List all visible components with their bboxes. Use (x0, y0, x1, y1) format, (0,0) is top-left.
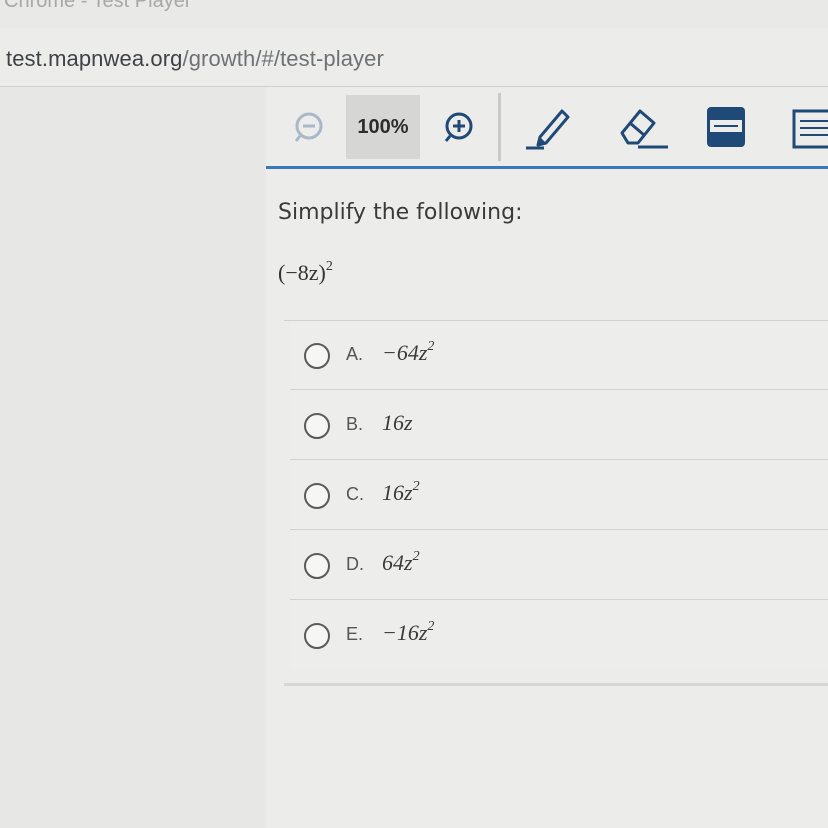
test-toolbar: 100% (266, 87, 828, 169)
url-path: /growth/#/test-player (182, 46, 384, 71)
zoom-level: 100% (346, 95, 420, 159)
expression-exponent: 2 (325, 258, 333, 274)
choice-letter: C. (346, 484, 364, 504)
choice-value: 16z (382, 480, 413, 505)
window-titlebar: Chrome - Test Player (0, 0, 828, 28)
window-title: Chrome - Test Player (4, 0, 192, 12)
zoom-out-icon (294, 112, 323, 142)
eraser-button[interactable] (604, 95, 674, 159)
choice-exponent: 2 (427, 618, 435, 634)
zoom-in-button[interactable] (434, 95, 484, 159)
address-bar[interactable]: test.mapnwea.org/growth/#/test-player (0, 28, 828, 87)
zoom-in-icon (444, 112, 473, 142)
choice-text: 16z (382, 410, 413, 436)
answer-choices: A. −64z2 B. 16z C. 16z2 D. 64z2 E. −16z2 (284, 320, 828, 686)
choice-letter: B. (346, 414, 364, 434)
choice-value: −64z (382, 340, 428, 365)
radio-button[interactable] (304, 483, 330, 509)
question-expression: (−8z)2 (278, 258, 333, 286)
choice-exponent: 2 (427, 338, 435, 354)
radio-button[interactable] (304, 413, 330, 439)
choice-value: −16z (382, 620, 428, 645)
choice-c[interactable]: C. 16z2 (290, 461, 828, 530)
question-prompt: Simplify the following: (278, 200, 523, 225)
radio-button[interactable] (304, 343, 330, 369)
choice-text: 16z2 (382, 478, 420, 506)
zoom-out-button[interactable] (284, 95, 334, 159)
url-text[interactable]: test.mapnwea.org/growth/#/test-player (6, 46, 384, 72)
expression-base: (−8z) (278, 260, 326, 285)
choice-text: −16z2 (382, 618, 435, 646)
choice-d[interactable]: D. 64z2 (290, 531, 828, 600)
choice-value: 64z (382, 550, 413, 575)
choice-text: 64z2 (382, 548, 420, 576)
choice-letter: E. (346, 624, 364, 644)
url-host: test.mapnwea.org (6, 46, 183, 71)
toolbar-accent-line (266, 166, 828, 169)
choice-b[interactable]: B. 16z (290, 391, 828, 460)
highlighter-icon (526, 109, 570, 150)
radio-button[interactable] (304, 623, 330, 649)
choice-exponent: 2 (412, 548, 420, 564)
highlighter-button[interactable] (518, 95, 582, 159)
choice-letter: A. (346, 344, 364, 364)
choice-exponent: 2 (412, 478, 420, 494)
toolbar-divider (498, 93, 501, 161)
line-reader-button[interactable] (698, 95, 754, 159)
notepad-icon (792, 109, 828, 149)
eraser-icon (620, 109, 668, 149)
choice-letter: D. (346, 554, 364, 574)
choice-a[interactable]: A. −64z2 (290, 321, 828, 390)
choice-value: 16z (382, 410, 413, 435)
choice-e[interactable]: E. −16z2 (290, 601, 828, 669)
line-reader-icon (707, 107, 745, 147)
choice-text: −64z2 (382, 338, 435, 366)
radio-button[interactable] (304, 553, 330, 579)
notepad-button[interactable] (786, 95, 828, 159)
